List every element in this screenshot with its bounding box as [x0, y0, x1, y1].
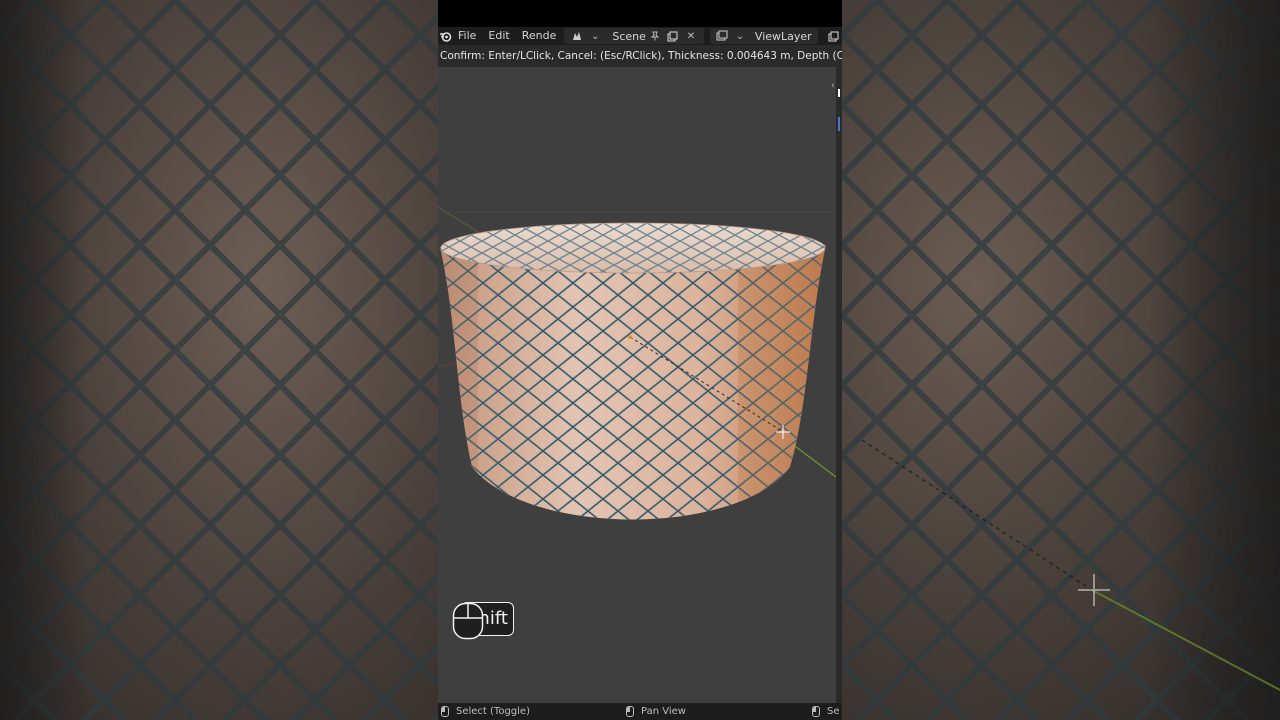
view-layer-name: ViewLayer [754, 29, 812, 43]
scene-selector[interactable]: ⌄ Scene ✕ [564, 28, 704, 44]
status-select-label: Select (Toggle) [456, 706, 530, 717]
right-mouse-icon [812, 706, 820, 717]
blender-window: File Edit Rende ⌄ Scene ✕ ⌄ ViewLayer Co… [438, 0, 842, 720]
menu-file[interactable]: File [452, 27, 482, 45]
middle-mouse-icon [626, 706, 634, 717]
status-pan-label: Pan View [641, 706, 686, 717]
background-blur-left [0, 0, 438, 720]
status-bar: Select (Toggle) Pan View Se [438, 703, 842, 720]
mouse-icon [452, 602, 484, 640]
sidebar-active-tab[interactable] [838, 117, 840, 131]
status-truncated-label: Se [827, 706, 840, 717]
modal-operator-status: Confirm: Enter/LClick, Cancel: (Esc/RCli… [438, 45, 842, 67]
chevron-down-icon: ⌄ [591, 30, 600, 42]
new-view-layer-icon[interactable] [828, 30, 839, 42]
top-menu-bar: File Edit Rende ⌄ Scene ✕ ⌄ ViewLayer [438, 27, 842, 45]
view-layer-selector[interactable]: ⌄ ViewLayer [709, 28, 818, 44]
delete-scene-icon[interactable]: ✕ [685, 30, 697, 42]
status-select: Select (Toggle) [441, 703, 530, 720]
left-mouse-icon [441, 706, 449, 717]
3d-viewport[interactable]: ‹ Shift [438, 67, 836, 703]
key-overlay: Shift [452, 602, 514, 640]
blender-logo-icon[interactable] [439, 29, 452, 43]
svg-text:‹: ‹ [831, 81, 835, 91]
sidebar-tab-marker [838, 89, 840, 97]
new-scene-icon[interactable] [667, 30, 679, 42]
pin-icon[interactable] [649, 30, 661, 42]
scene-name: Scene [612, 29, 646, 43]
view-layer-icon [716, 30, 728, 42]
scene-icon [571, 30, 583, 42]
status-pan: Pan View [626, 703, 686, 720]
status-truncated: Se [812, 703, 840, 720]
sidebar-strip[interactable] [836, 67, 842, 703]
menu-edit[interactable]: Edit [482, 27, 515, 45]
menu-render[interactable]: Rende [516, 27, 563, 45]
chevron-down-icon: ⌄ [735, 30, 745, 42]
background-blur-right [842, 0, 1280, 720]
